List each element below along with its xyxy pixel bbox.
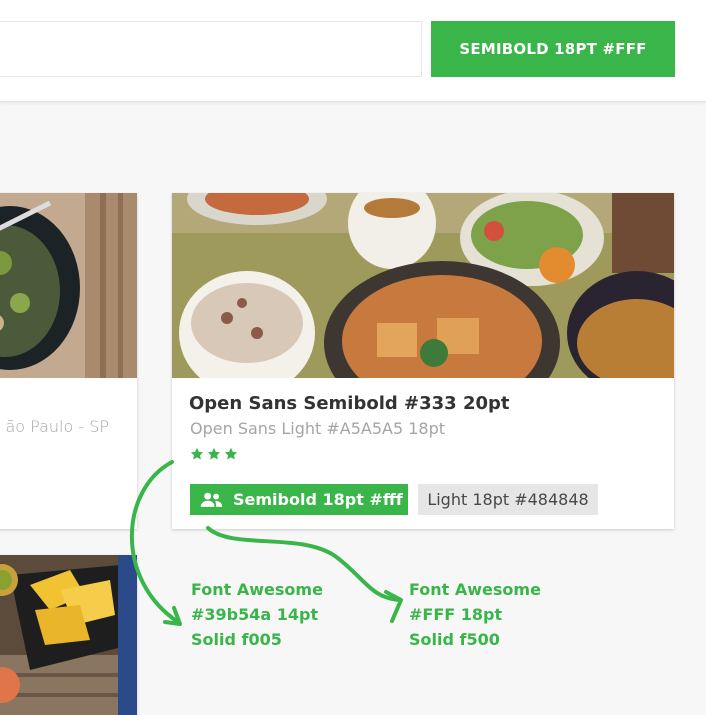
card-subtitle: Open Sans Light #A5A5A5 18pt: [190, 419, 446, 438]
restaurant-card-left[interactable]: ão Paulo - SP: [0, 193, 137, 529]
users-icon-annotation: Font Awesome #FFF 18pt Solid f500: [409, 577, 541, 652]
annotation-line: #39b54a 14pt: [191, 605, 319, 624]
guests-badge: Semibold 18pt #fff: [190, 484, 408, 515]
users-icon: [200, 492, 223, 507]
top-bar: SEMIBOLD 18PT #FFF: [0, 0, 706, 102]
annotation-line: #FFF 18pt: [409, 605, 503, 624]
card-address: ão Paulo - SP: [5, 417, 109, 436]
search-button[interactable]: SEMIBOLD 18PT #FFF: [431, 21, 675, 77]
annotation-line: Font Awesome: [409, 580, 541, 599]
restaurant-card-bottom[interactable]: [0, 555, 137, 715]
card-photo: [0, 555, 137, 715]
search-input[interactable]: [0, 21, 422, 77]
annotation-line: Solid f005: [191, 630, 282, 649]
annotation-line: Font Awesome: [191, 580, 323, 599]
light-badge: Light 18pt #484848: [418, 484, 598, 515]
star-icon: [190, 447, 204, 460]
guests-badge-label: Semibold 18pt #fff: [233, 490, 403, 509]
card-title[interactable]: Open Sans Semibold #333 20pt: [189, 393, 510, 414]
rating-stars: [190, 447, 238, 461]
card-photo: [0, 193, 137, 378]
star-icon: [207, 447, 221, 460]
star-icon: [224, 447, 238, 460]
annotation-line: Solid f500: [409, 630, 500, 649]
restaurant-card[interactable]: Open Sans Semibold #333 20pt Open Sans L…: [172, 193, 674, 529]
card-photo: [172, 193, 674, 378]
star-icon-annotation: Font Awesome #39b54a 14pt Solid f005: [191, 577, 323, 652]
